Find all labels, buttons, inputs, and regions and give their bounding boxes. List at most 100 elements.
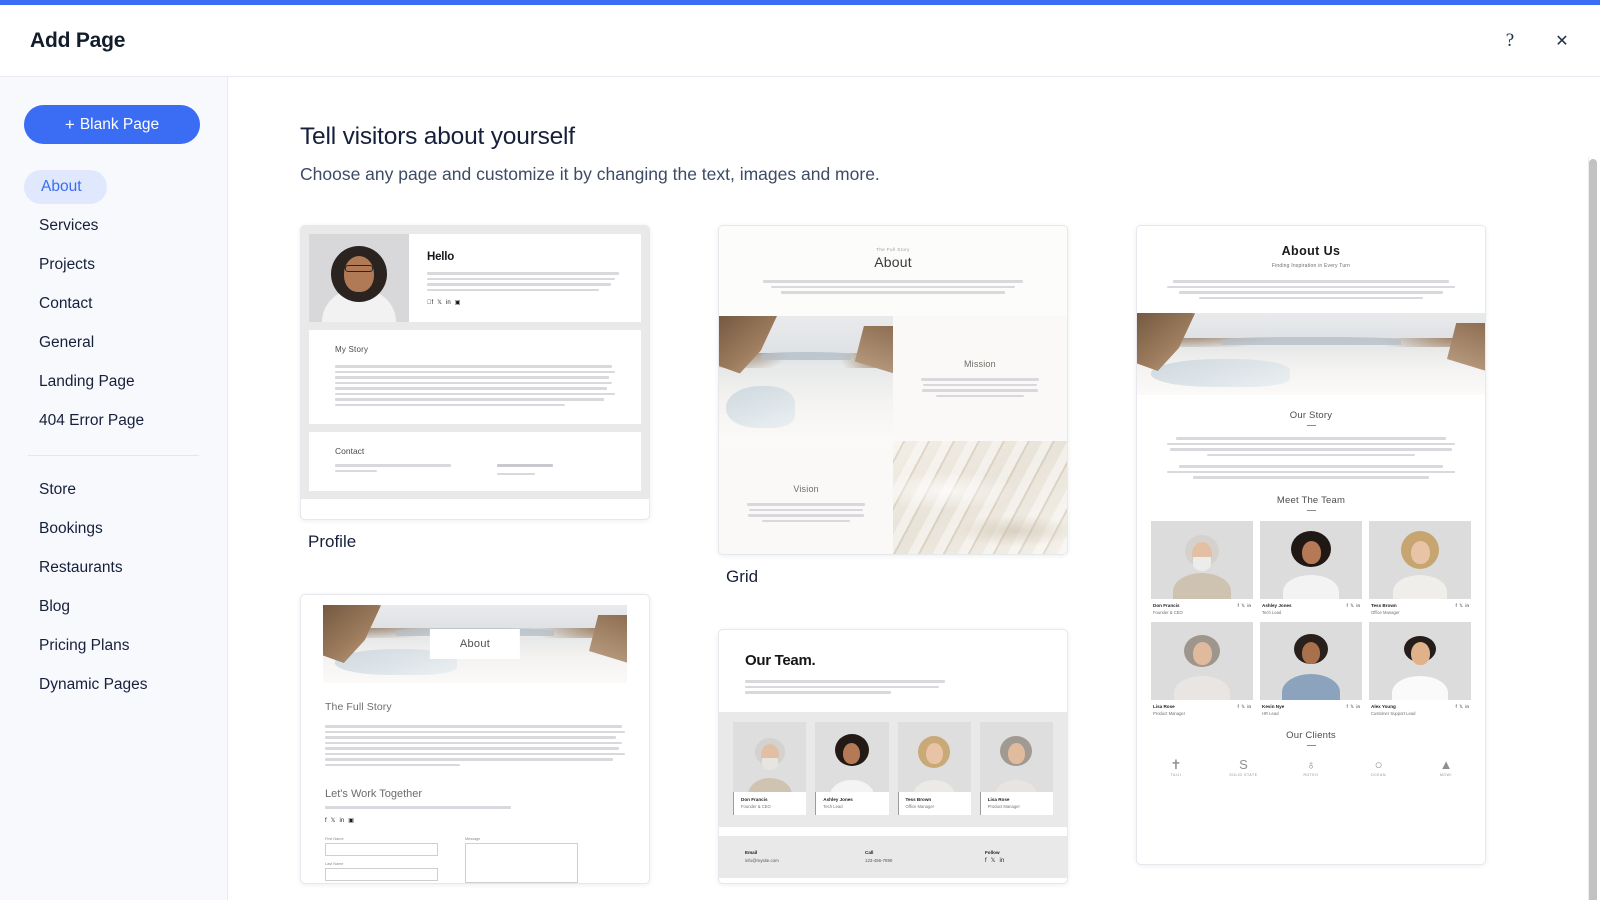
main-content: Tell visitors about yourself Choose any … xyxy=(228,77,1600,900)
sidebar-item-store[interactable]: Store xyxy=(24,473,217,507)
full-story-body xyxy=(325,725,625,766)
client-logo: ▲ MOWI xyxy=(1429,758,1463,777)
sidebar-item-about[interactable]: About xyxy=(24,170,107,204)
team-member-name: Lisa Rose xyxy=(987,796,1010,802)
facebook-icon[interactable]: f xyxy=(985,858,987,864)
page-title: Add Page xyxy=(30,28,126,52)
roteo-logo-icon: ♁ xyxy=(1306,757,1316,773)
footer-label-call: Call xyxy=(865,849,874,855)
linkedin-icon[interactable]: in xyxy=(1000,858,1005,864)
twitter-icon[interactable]: 𝕏 xyxy=(1459,603,1463,609)
team-member-social[interactable]: f 𝕏 in xyxy=(1346,704,1360,710)
linkedin-icon[interactable]: in xyxy=(1465,704,1469,710)
template-label-profile: Profile xyxy=(308,532,357,551)
full-story-badge: About xyxy=(429,629,521,659)
grid-image-marble xyxy=(893,440,1067,554)
sidebar-item-landing-page[interactable]: Landing Page xyxy=(24,365,217,399)
template-card-profile[interactable]: Hello f 𝕏 xyxy=(300,225,718,552)
twitter-icon[interactable]: 𝕏 xyxy=(331,818,336,824)
instagram-icon[interactable]: ▣ xyxy=(455,300,461,306)
client-name: OCEAN xyxy=(1370,773,1387,778)
add-page-dialog: Add Page ? ✕ + Blank Page About Services… xyxy=(0,0,1600,900)
template-card-our-team[interactable]: Our Team. Don Francis Founder & CEO Ashl… xyxy=(718,629,1136,884)
team-member-name: Don Francis xyxy=(741,796,768,802)
profile-story-title: My Story xyxy=(335,345,369,354)
team-member-social[interactable]: f 𝕏 in xyxy=(1455,603,1469,609)
form-input-message[interactable] xyxy=(465,842,578,883)
about-us-clients-logos: ✝ TAIJI S SOLID STATE ♁ ROTEO ○ OCEAN ▲ … xyxy=(1137,746,1485,789)
team-member: Don Francis Founder & CEO f 𝕏 in xyxy=(1151,520,1253,615)
grid-mission-body xyxy=(920,378,1039,397)
sidebar-item-general[interactable]: General xyxy=(24,326,217,360)
grid-cell-vision: Vision xyxy=(719,440,894,554)
grid-image-landscape xyxy=(719,315,893,441)
sidebar-item-services[interactable]: Services xyxy=(24,209,217,243)
team-member: Ashley Jones Tech Lead f 𝕏 in xyxy=(1260,520,1362,615)
template-card-grid[interactable]: The Full Story About Mission Vision Grid xyxy=(718,225,1136,587)
grid-vision-title: Vision xyxy=(793,484,819,494)
team-member: Lisa Rose Product Manager xyxy=(979,721,1053,815)
sidebar-item-pricing-plans[interactable]: Pricing Plans xyxy=(24,629,217,663)
sidebar-item-contact[interactable]: Contact xyxy=(24,287,217,321)
profile-hello-body xyxy=(427,272,623,291)
sidebar-item-404-error-page[interactable]: 404 Error Page xyxy=(24,404,217,438)
linkedin-icon[interactable]: in xyxy=(1247,704,1251,710)
add-blank-page-label: Blank Page xyxy=(79,115,160,133)
twitter-icon[interactable]: 𝕏 xyxy=(1350,704,1354,710)
team-member-name: Alex Young xyxy=(1371,703,1396,709)
profile-hello-title: Hello xyxy=(427,251,455,263)
facebook-icon[interactable]: f xyxy=(1455,704,1456,710)
linkedin-icon[interactable]: in xyxy=(340,818,345,824)
facebook-icon[interactable]: f xyxy=(1237,704,1238,710)
twitter-icon[interactable]: 𝕏 xyxy=(991,858,996,864)
twitter-icon[interactable]: 𝕏 xyxy=(437,300,442,306)
facebook-icon[interactable]: f xyxy=(1237,603,1238,609)
main-scrollbar[interactable] xyxy=(1588,157,1598,900)
sidebar-item-blog[interactable]: Blog xyxy=(24,590,217,624)
sidebar-item-dynamic-pages[interactable]: Dynamic Pages xyxy=(24,668,217,702)
team-member: Tess Brown Office Manager xyxy=(897,721,971,815)
facebook-icon[interactable]: f xyxy=(1346,603,1347,609)
close-icon[interactable]: ✕ xyxy=(1550,29,1574,53)
sidebar-item-bookings[interactable]: Bookings xyxy=(24,512,217,546)
form-input-first-name[interactable] xyxy=(325,842,438,856)
linkedin-icon[interactable]: in xyxy=(1247,603,1251,609)
add-blank-page-button[interactable]: + Blank Page xyxy=(24,105,200,144)
full-story-cta-sub xyxy=(325,806,625,809)
template-card-about-us[interactable]: About Us Finding Inspiration in Every Tu… xyxy=(1136,225,1554,865)
template-card-full-story[interactable]: About The Full Story Let's Work Together… xyxy=(300,594,718,884)
profile-portrait xyxy=(309,234,409,322)
scrollbar-thumb[interactable] xyxy=(1589,159,1597,900)
facebook-icon[interactable]: f xyxy=(427,300,433,306)
about-us-story-title: Our Story xyxy=(1289,410,1333,421)
team-member: Kevin Nye HR Lead f 𝕏 in xyxy=(1260,621,1362,716)
team-member: Tess Brown Office Manager f 𝕏 in xyxy=(1369,520,1471,615)
facebook-icon[interactable]: f xyxy=(1346,704,1347,710)
linkedin-icon[interactable]: in xyxy=(1465,603,1469,609)
team-member-social[interactable]: f 𝕏 in xyxy=(1455,704,1469,710)
sidebar-item-restaurants[interactable]: Restaurants xyxy=(24,551,217,585)
header-actions: ? ✕ xyxy=(1498,29,1574,53)
twitter-icon[interactable]: 𝕏 xyxy=(1459,704,1463,710)
facebook-icon[interactable]: f xyxy=(325,818,327,824)
instagram-icon[interactable]: ▣ xyxy=(348,818,354,824)
linkedin-icon[interactable]: in xyxy=(1356,603,1360,609)
footer-social-links[interactable]: f 𝕏 in xyxy=(985,858,1041,864)
team-member-social[interactable]: f 𝕏 in xyxy=(1237,704,1251,710)
team-member-social[interactable]: f 𝕏 in xyxy=(1237,603,1251,609)
linkedin-icon[interactable]: in xyxy=(446,300,451,306)
twitter-icon[interactable]: 𝕏 xyxy=(1350,603,1354,609)
profile-social-links[interactable]: f 𝕏 in ▣ xyxy=(427,300,623,306)
facebook-icon[interactable]: f xyxy=(1455,603,1456,609)
help-icon[interactable]: ? xyxy=(1498,29,1522,53)
team-member-name: Ashley Jones xyxy=(823,796,853,802)
twitter-icon[interactable]: 𝕏 xyxy=(1241,603,1245,609)
full-story-contact-form[interactable]: First Name Last Name Message xyxy=(325,837,625,883)
linkedin-icon[interactable]: in xyxy=(1356,704,1360,710)
full-story-social-links[interactable]: f 𝕏 in ▣ xyxy=(325,818,625,824)
sidebar-item-projects[interactable]: Projects xyxy=(24,248,217,282)
form-input-last-name[interactable] xyxy=(325,867,438,881)
team-member-role: Tech Lead xyxy=(823,803,843,809)
twitter-icon[interactable]: 𝕏 xyxy=(1241,704,1245,710)
team-member-social[interactable]: f 𝕏 in xyxy=(1346,603,1360,609)
